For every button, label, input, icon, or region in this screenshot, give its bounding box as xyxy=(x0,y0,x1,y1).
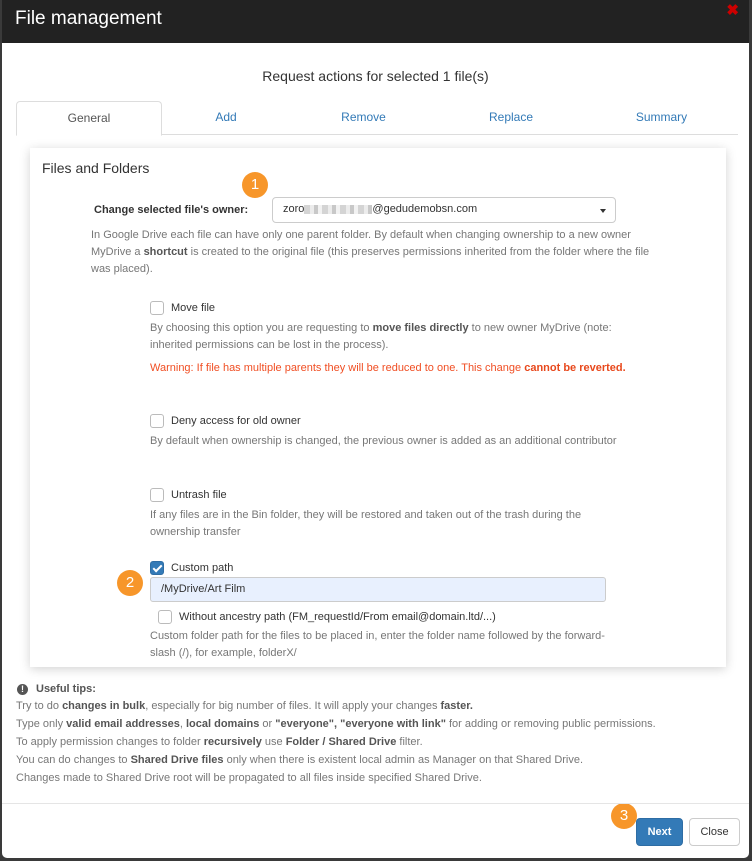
tab-bar: General Add Remove Replace Summary xyxy=(16,101,738,136)
untrash-checkbox[interactable] xyxy=(150,488,164,502)
untrash-label: Untrash file xyxy=(171,489,227,501)
move-file-help: By choosing this option you are requesti… xyxy=(150,322,612,351)
custom-path-option: Custom path xyxy=(150,560,630,576)
tab-remove[interactable]: Remove xyxy=(290,101,437,135)
chevron-down-icon xyxy=(600,209,606,213)
custom-path-label: Custom path xyxy=(171,562,234,574)
owner-help-text: In Google Drive each file can have only … xyxy=(91,229,650,275)
owner-label: Change selected file's owner: xyxy=(94,204,249,216)
modal-title: File management xyxy=(15,8,162,29)
tip-item: Changes made to Shared Drive root will b… xyxy=(16,772,482,784)
tip-item: Type only valid email addresses, local d… xyxy=(16,718,656,730)
deny-access-help: By default when ownership is changed, th… xyxy=(150,435,617,447)
tip-item: Try to do changes in bulk, especially fo… xyxy=(16,700,473,712)
panel-title: Files and Folders xyxy=(42,160,150,176)
untrash-option: Untrash file If any files are in the Bin… xyxy=(150,487,630,541)
custom-path-help: Custom folder path for the files to be p… xyxy=(150,630,605,659)
tip-item: To apply permission changes to folder re… xyxy=(16,736,423,748)
useful-tips: ! Useful tips: Try to do changes in bulk… xyxy=(16,681,736,787)
close-button[interactable]: Close xyxy=(689,818,740,846)
without-ancestry-checkbox[interactable] xyxy=(158,610,172,624)
move-file-checkbox[interactable] xyxy=(150,301,164,315)
request-subtitle: Request actions for selected 1 file(s) xyxy=(262,68,489,84)
redacted-email xyxy=(304,204,373,214)
step-badge-3: 3 xyxy=(611,803,637,829)
footer-divider xyxy=(2,803,749,804)
move-file-warning: Warning: If file has multiple parents th… xyxy=(150,362,626,374)
tips-title: Useful tips: xyxy=(36,683,96,695)
tip-item: You can do changes to Shared Drive files… xyxy=(16,754,584,766)
custom-path-checkbox[interactable] xyxy=(150,561,164,575)
file-management-modal: File management ✖ Request actions for se… xyxy=(2,0,749,858)
tab-add[interactable]: Add xyxy=(162,101,290,135)
owner-value-prefix: zoro xyxy=(283,203,305,215)
tab-replace[interactable]: Replace xyxy=(437,101,585,135)
move-file-label: Move file xyxy=(171,302,216,314)
tab-summary[interactable]: Summary xyxy=(585,101,738,135)
deny-access-label: Deny access for old owner xyxy=(171,415,301,427)
info-circle-icon: ! xyxy=(17,683,28,695)
deny-access-option: Deny access for old owner By default whe… xyxy=(150,413,630,450)
without-ancestry-option: Without ancestry path (FM_requestId/From… xyxy=(158,609,638,625)
deny-access-checkbox[interactable] xyxy=(150,414,164,428)
custom-path-input[interactable]: /MyDrive/Art Film xyxy=(150,577,606,602)
step-badge-2: 2 xyxy=(117,570,143,596)
owner-select[interactable]: zoro @gedudemobsn.com xyxy=(272,197,616,223)
modal-header: File management ✖ xyxy=(2,0,749,43)
untrash-help: If any files are in the Bin folder, they… xyxy=(150,509,582,538)
tab-general[interactable]: General xyxy=(16,101,162,136)
owner-value-suffix: @gedudemobsn.com xyxy=(372,203,478,215)
move-file-option: Move file By choosing this option you ar… xyxy=(150,300,630,377)
step-badge-1: 1 xyxy=(242,172,268,198)
without-ancestry-label: Without ancestry path (FM_requestId/From… xyxy=(179,611,496,623)
next-button[interactable]: Next xyxy=(636,818,683,846)
close-x-icon[interactable]: ✖ xyxy=(726,3,739,18)
